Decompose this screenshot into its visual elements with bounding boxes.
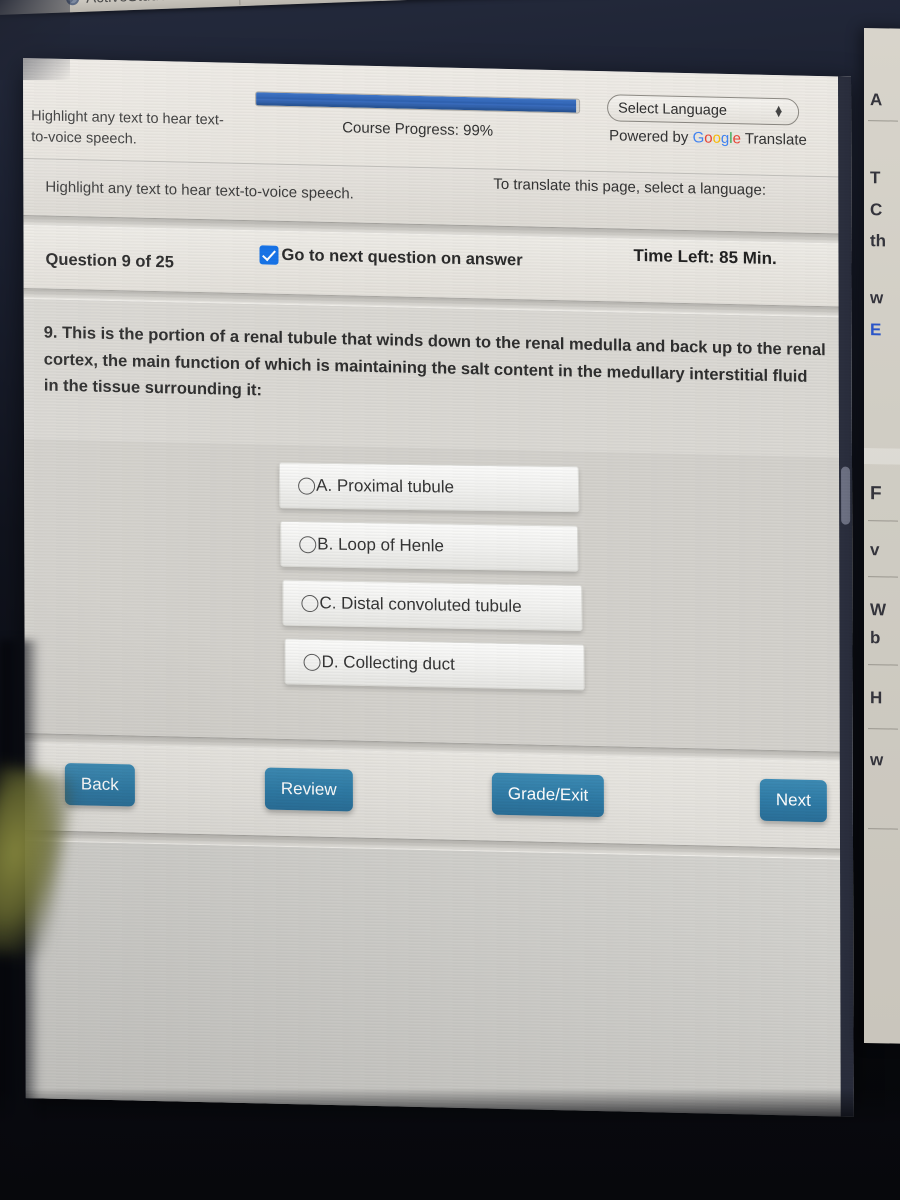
progress-track: [255, 91, 581, 114]
tab-separator: [238, 0, 241, 6]
right-fragment: w: [870, 288, 884, 308]
powered-prefix: Powered by: [609, 127, 693, 147]
back-button[interactable]: Back: [64, 762, 135, 807]
right-fragment: T: [870, 168, 881, 188]
tts-note-secondary: Highlight any text to hear text-to-voice…: [45, 178, 354, 203]
language-select-label: Select Language: [618, 100, 727, 119]
foreground-shadow-topleft: [0, 0, 70, 80]
grade-exit-button[interactable]: Grade/Exit: [491, 772, 605, 818]
time-left: Time Left: 85 Min.: [633, 245, 777, 269]
progress-fill: [256, 92, 576, 113]
answer-option-label: C. Distal convoluted tubule: [319, 593, 522, 616]
right-fragment: A: [870, 90, 883, 110]
foreground-desk-shadow: [0, 1088, 900, 1200]
answer-option-label: D. Collecting duct: [321, 652, 455, 674]
radio-icon[interactable]: [298, 477, 316, 495]
right-panel-band: [864, 448, 900, 465]
right-fragment: H: [870, 688, 883, 708]
next-button[interactable]: Next: [759, 778, 827, 823]
right-rule: [868, 664, 898, 666]
right-fragment: W: [870, 600, 887, 620]
auto-advance-checkbox-group[interactable]: Go to next question on answer: [259, 245, 523, 270]
question-body: 9. This is the portion of a renal tubule…: [23, 299, 852, 458]
right-rule: [868, 576, 898, 578]
answer-option-label: A. Proximal tubule: [315, 475, 455, 497]
course-progress: Course Progress: 99%: [255, 91, 581, 141]
radio-icon[interactable]: [299, 535, 317, 553]
right-fragment: F: [870, 483, 882, 505]
scrollbar-thumb[interactable]: [841, 466, 851, 525]
translate-instruction: To translate this page, select a languag…: [493, 175, 767, 199]
empty-page-area: [25, 841, 854, 1117]
right-fragment-link[interactable]: E: [870, 320, 881, 340]
right-secondary-page: A T C th w E F v W b H w: [864, 28, 900, 1044]
answer-option-c[interactable]: C. Distal convoluted tubule: [282, 579, 583, 632]
answer-option-d[interactable]: D. Collecting duct: [284, 638, 585, 691]
answer-options: A. Proximal tubule B. Loop of Henle C. D…: [23, 439, 853, 752]
auto-advance-label: Go to next question on answer: [281, 245, 523, 270]
tts-note: Highlight any text to hear text-to-voice…: [31, 108, 224, 148]
browser-tab[interactable]: ActiveStudent: [65, 0, 180, 7]
radio-icon[interactable]: [301, 594, 319, 612]
right-rule: [868, 728, 898, 730]
right-fragment: w: [870, 750, 884, 770]
answer-option-b[interactable]: B. Loop of Henle: [280, 520, 579, 572]
language-select[interactable]: Select Language ▲ ▼: [607, 94, 800, 126]
monitor-screen: Highlight any text to hear text-to-voice…: [23, 58, 854, 1117]
answer-option-a[interactable]: A. Proximal tubule: [278, 462, 580, 513]
right-fragment: b: [870, 628, 881, 648]
tab-title: ActiveStudent: [86, 0, 180, 7]
google-wordmark: Google: [692, 129, 741, 148]
auto-advance-checkbox[interactable]: [259, 245, 279, 265]
translate-toolbar: Highlight any text to hear text-to-voice…: [23, 58, 852, 178]
powered-suffix: Translate: [740, 130, 807, 149]
question-counter: Question 9 of 25: [45, 250, 174, 272]
right-fragment: th: [870, 231, 887, 251]
right-rule: [868, 120, 898, 122]
right-rule: [868, 520, 898, 522]
progress-label: Course Progress: 99%: [342, 119, 494, 140]
radio-icon[interactable]: [303, 653, 321, 671]
answer-option-label: B. Loop of Henle: [317, 534, 444, 556]
right-fragment: v: [870, 540, 880, 560]
page-scrollbar[interactable]: [837, 76, 854, 1117]
powered-by-google-translate: Powered by Google Translate: [609, 127, 807, 148]
right-rule: [868, 828, 898, 830]
photo-stage: ActiveStudent Highlight any text to hear…: [0, 0, 900, 1200]
review-button[interactable]: Review: [264, 767, 353, 812]
chevron-up-down-icon: ▲ ▼: [773, 102, 785, 120]
question-text: 9. This is the portion of a renal tubule…: [43, 323, 826, 400]
right-fragment: C: [870, 200, 883, 220]
